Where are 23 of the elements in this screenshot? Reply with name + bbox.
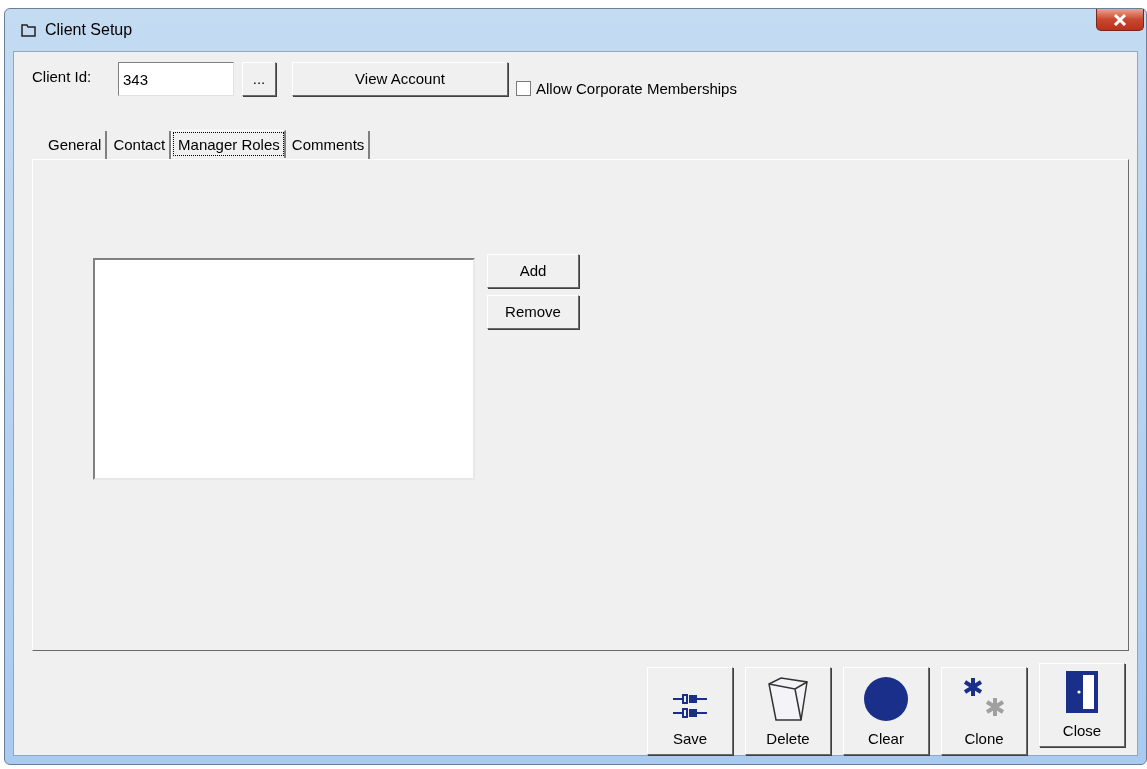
tab[interactable]: Comments <box>285 130 371 159</box>
door-icon <box>1065 669 1099 714</box>
close-icon <box>1113 13 1127 26</box>
circle-icon <box>863 675 909 722</box>
checkbox[interactable] <box>516 81 531 96</box>
clear-button[interactable]: Clear <box>843 667 929 755</box>
window-icon <box>21 23 37 37</box>
close-dialog-button[interactable]: Close <box>1039 663 1125 747</box>
client-id-field[interactable]: 343 <box>118 62 234 96</box>
tab[interactable]: Manager Roles <box>171 129 286 158</box>
client-id-label: Client Id: <box>32 67 93 87</box>
add-button[interactable]: Add <box>487 254 579 288</box>
clone-button[interactable]: Clone <box>941 667 1027 755</box>
tab[interactable]: General <box>42 130 108 159</box>
delete-button[interactable]: Delete <box>745 667 831 755</box>
view-account-button[interactable]: View Account <box>292 62 508 96</box>
window-title: Client Setup <box>45 20 133 40</box>
close-button[interactable] <box>1096 9 1144 31</box>
save-button[interactable]: Save <box>647 667 733 755</box>
bin-icon <box>766 675 810 722</box>
checkbox-label: Allow Corporate Memberships <box>536 79 737 99</box>
remove-button[interactable]: Remove <box>487 295 579 329</box>
browse-button[interactable]: ... <box>242 62 276 96</box>
